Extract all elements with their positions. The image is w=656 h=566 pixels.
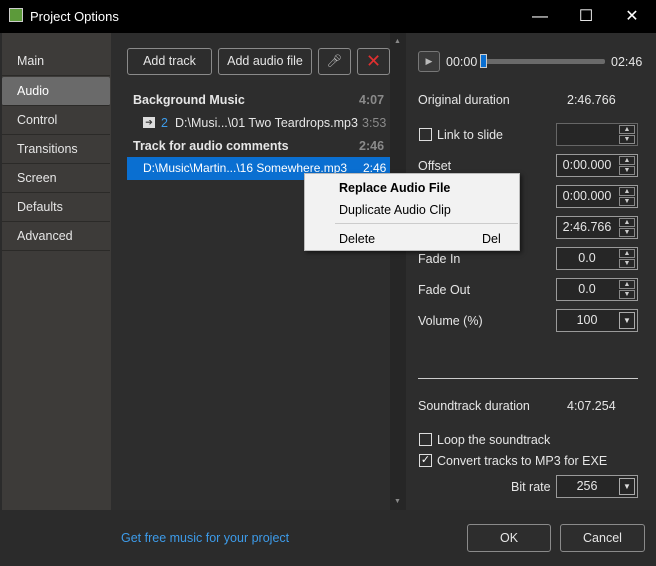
sidebar-item-screen[interactable]: Screen — [2, 164, 110, 193]
menu-item-duplicate-audio-clip[interactable]: Duplicate Audio Clip — [339, 203, 451, 217]
close-button[interactable]: ✕ — [609, 0, 655, 33]
arrow-right-icon: ➔ — [143, 117, 155, 128]
volume-label: Volume (%) — [418, 314, 483, 328]
menu-item-delete[interactable]: Delete — [339, 232, 375, 246]
fade-out-label: Fade Out — [418, 283, 471, 297]
player-position: 00:00 — [446, 55, 478, 69]
play-icon: ▶ — [425, 56, 433, 66]
scroll-down-icon[interactable]: ▼ — [394, 498, 401, 505]
link-to-slide-checkbox[interactable] — [419, 128, 432, 141]
volume-combo[interactable]: 100 ▼ — [556, 309, 638, 332]
minimize-button[interactable]: — — [517, 0, 563, 33]
link-slide-spinner[interactable]: ▲ ▼ — [556, 123, 638, 146]
fade-in-value[interactable]: 0.0 — [578, 251, 595, 265]
bit-rate-value[interactable]: 256 — [577, 479, 598, 493]
offset-label: Offset — [418, 159, 452, 173]
file-duration: 3:53 — [362, 116, 387, 130]
sidebar-item-advanced[interactable]: Advanced — [2, 222, 110, 251]
sidebar: Main Audio Control Transitions Screen De… — [2, 33, 111, 510]
add-audio-file-button[interactable]: Add audio file — [218, 48, 312, 75]
original-duration-value: 2:46.766 — [567, 93, 616, 107]
window-title: Project Options — [30, 9, 119, 24]
record-button[interactable]: 🎤︎ — [318, 48, 351, 75]
delete-shortcut: Del — [482, 232, 501, 246]
track-name[interactable]: Track for audio comments — [133, 139, 289, 153]
chevron-down-icon[interactable]: ▼ — [619, 312, 635, 329]
sidebar-item-transitions[interactable]: Transitions — [2, 135, 110, 164]
chevron-down-icon[interactable]: ▼ — [619, 478, 635, 495]
play-button[interactable]: ▶ — [418, 51, 440, 72]
loop-checkbox[interactable] — [419, 433, 432, 446]
sidebar-item-control[interactable]: Control — [2, 106, 110, 135]
context-menu: Replace Audio File Duplicate Audio Clip … — [304, 173, 520, 251]
track-list-scrollbar[interactable]: ▲ ▼ — [390, 33, 406, 510]
start-spinner[interactable]: 0:00.000 ▲ ▼ — [556, 185, 638, 208]
file-index: 2 — [161, 116, 168, 130]
bit-rate-label: Bit rate — [511, 480, 551, 494]
free-music-link[interactable]: Get free music for your project — [121, 531, 289, 545]
end-spinner[interactable]: 2:46.766 ▲ ▼ — [556, 216, 638, 239]
footer: Get free music for your project OK Cance… — [0, 510, 656, 566]
start-value[interactable]: 0:00.000 — [563, 189, 612, 203]
offset-spinner[interactable]: 0:00.000 ▲ ▼ — [556, 154, 638, 177]
volume-value[interactable]: 100 — [577, 313, 598, 327]
offset-value[interactable]: 0:00.000 — [563, 158, 612, 172]
player-slider[interactable] — [481, 59, 605, 64]
microphone-icon: 🎤︎ — [326, 54, 343, 68]
menu-item-replace-audio-file[interactable]: Replace Audio File — [339, 181, 450, 195]
convert-mp3-checkbox[interactable]: ✓ — [419, 454, 432, 467]
track-duration: 4:07 — [359, 93, 385, 107]
sidebar-item-main[interactable]: Main — [2, 47, 110, 76]
fade-out-value[interactable]: 0.0 — [578, 282, 595, 296]
red-x-icon: ✕ — [365, 51, 382, 71]
audio-file[interactable]: D:\Musi...\01 Two Teardrops.mp3 — [175, 116, 358, 130]
loop-label: Loop the soundtrack — [437, 433, 551, 447]
sidebar-item-defaults[interactable]: Defaults — [2, 193, 110, 222]
ok-button[interactable]: OK — [467, 524, 551, 552]
scroll-up-icon[interactable]: ▲ — [394, 38, 401, 45]
sidebar-item-audio[interactable]: Audio — [2, 77, 110, 106]
soundtrack-duration-value: 4:07.254 — [567, 399, 616, 413]
fade-out-spinner[interactable]: 0.0 ▲ ▼ — [556, 278, 638, 301]
bit-rate-combo[interactable]: 256 ▼ — [556, 475, 638, 498]
fade-in-spinner[interactable]: 0.0 ▲ ▼ — [556, 247, 638, 270]
delete-button[interactable]: ✕ — [357, 48, 390, 75]
slider-thumb[interactable] — [480, 54, 487, 68]
divider — [418, 378, 638, 379]
maximize-button[interactable]: ☐ — [563, 0, 609, 33]
add-track-button[interactable]: Add track — [127, 48, 212, 75]
fade-in-label: Fade In — [418, 252, 461, 266]
original-duration-label: Original duration — [418, 93, 510, 107]
end-value[interactable]: 2:46.766 — [563, 220, 612, 234]
soundtrack-duration-label: Soundtrack duration — [418, 399, 530, 413]
menu-separator — [335, 223, 518, 224]
convert-mp3-label: Convert tracks to MP3 for EXE — [437, 454, 608, 468]
title-bar: Project Options — ☐ ✕ — [0, 0, 656, 33]
link-to-slide-label: Link to slide — [437, 128, 504, 142]
app-icon — [9, 8, 23, 22]
player-total: 02:46 — [611, 55, 643, 69]
track-duration: 2:46 — [359, 139, 385, 153]
track-name[interactable]: Background Music — [133, 93, 245, 107]
cancel-button[interactable]: Cancel — [560, 524, 645, 552]
